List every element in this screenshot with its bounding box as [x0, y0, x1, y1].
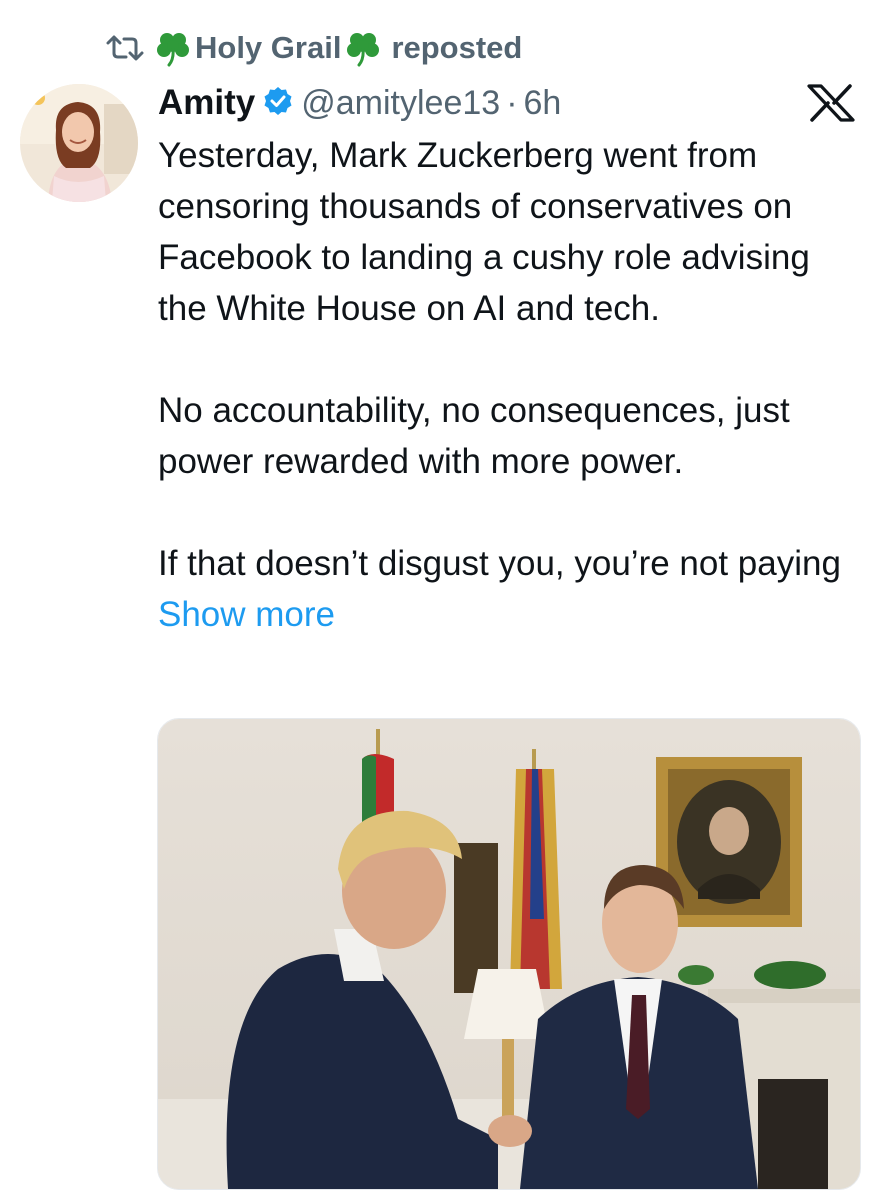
- post-paragraph-text: If that doesn’t disgust you, you’re not …: [158, 544, 841, 583]
- post-paragraph: Yesterday, Mark Zuckerberg went from cen…: [158, 136, 810, 328]
- author-handle[interactable]: @amitylee13: [301, 84, 500, 123]
- show-more-link[interactable]: Show more: [158, 595, 335, 634]
- post-text: Yesterday, Mark Zuckerberg went from cen…: [158, 130, 863, 640]
- post-paragraph: No accountability, no consequences, just…: [158, 391, 790, 481]
- x-logo-icon: [806, 84, 856, 127]
- avatar[interactable]: [20, 84, 138, 202]
- post-media-image[interactable]: [157, 718, 861, 1190]
- reposter-name[interactable]: Holy Grail: [195, 30, 341, 66]
- post-timestamp[interactable]: 6h: [524, 84, 562, 123]
- repost-label: reposted: [391, 30, 523, 65]
- separator-dot: ·: [506, 83, 518, 122]
- shamrock-icon: [155, 29, 191, 67]
- post-paragraph: If that doesn’t disgust you, you’re not …: [158, 538, 863, 640]
- verified-badge-icon: [263, 86, 293, 121]
- author-line: Amity @amitylee13 · 6h: [158, 80, 561, 126]
- author-display-name[interactable]: Amity: [158, 83, 255, 123]
- repost-header[interactable]: Holy Grail reposted: [105, 28, 522, 68]
- repost-icon: [105, 33, 145, 63]
- shamrock-icon: [345, 29, 381, 67]
- reposter-name-group[interactable]: Holy Grail: [155, 29, 381, 67]
